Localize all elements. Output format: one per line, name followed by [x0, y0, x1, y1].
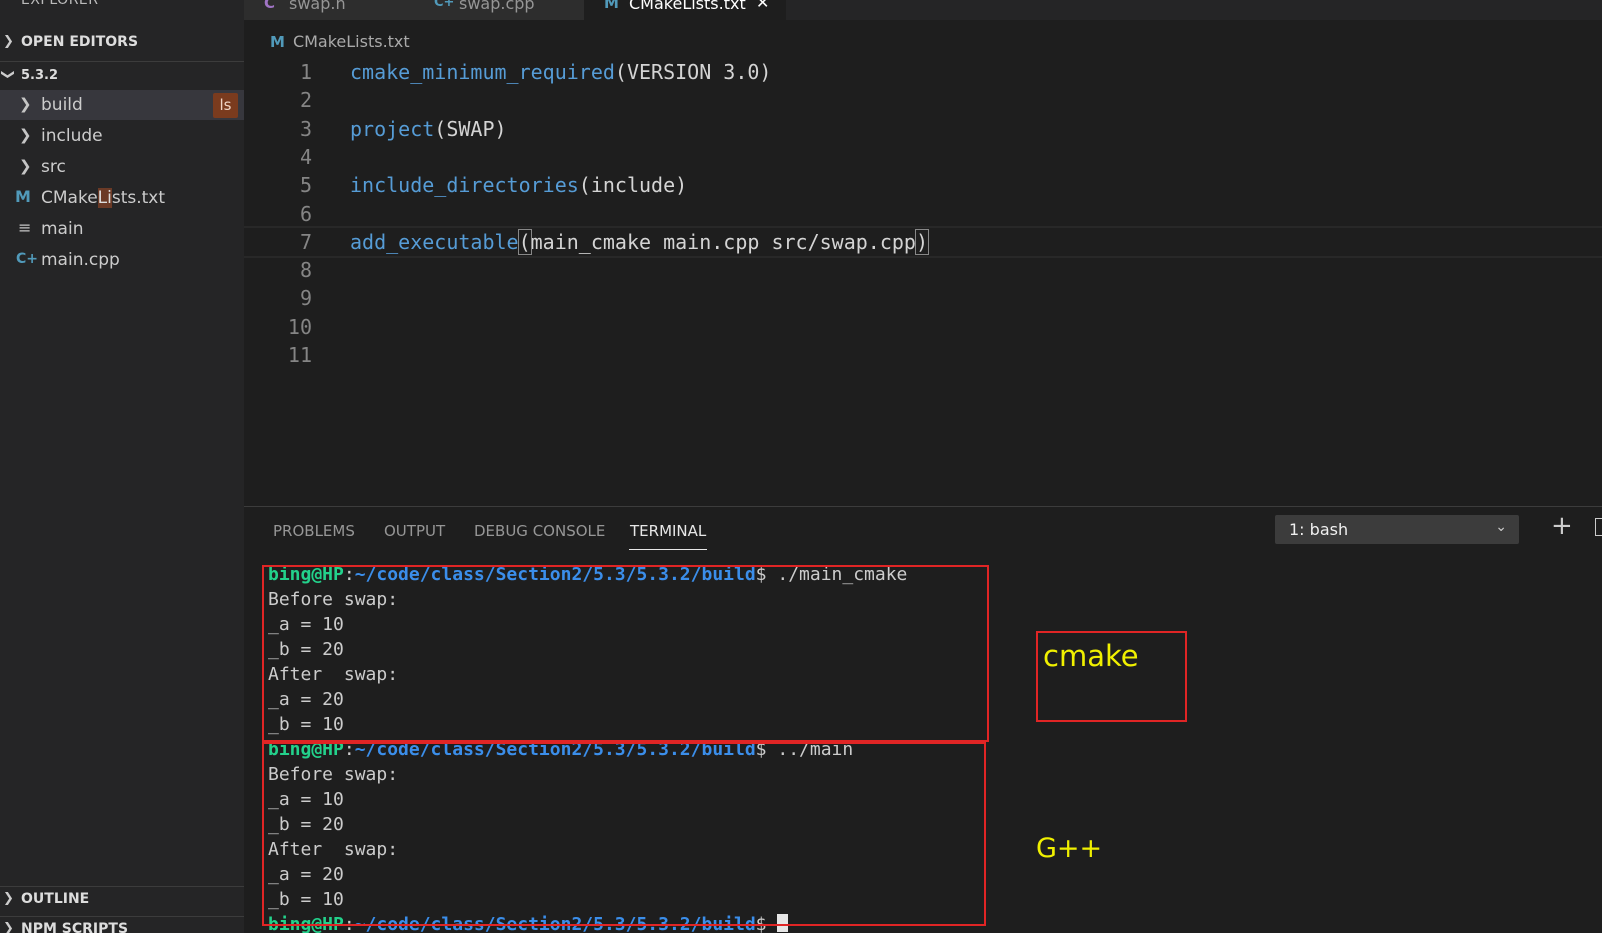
code-line: 10 — [244, 313, 1602, 341]
annotation-gpp: G++ — [1036, 833, 1103, 864]
tab-cmakelists[interactable]: M CMakeLists.txt ✕ — [584, 0, 786, 20]
tab-debug-console[interactable]: DEBUG CONSOLE — [474, 522, 605, 540]
chevron-down-icon: ⌄ — [1495, 519, 1507, 535]
cmake-file-icon: M — [270, 33, 285, 51]
code-line: 6 — [244, 200, 1602, 228]
line-number: 8 — [299, 258, 312, 282]
chevron-right-icon: ❯ — [19, 157, 32, 175]
code-function: cmake_minimum_required — [350, 60, 615, 84]
tab-label: CMakeLists.txt — [629, 0, 746, 13]
code-line: 1 cmake_minimum_required(VERSION 3.0) — [244, 58, 1602, 86]
line-number: 6 — [299, 202, 312, 226]
line-number: 2 — [299, 88, 312, 112]
terminal-select-value: 1: bash — [1289, 520, 1349, 539]
outline-label: OUTLINE — [21, 891, 90, 907]
annotation-box-cmake-output — [262, 565, 989, 742]
npm-scripts-section[interactable]: ❯ NPM SCRIPTS — [0, 916, 244, 933]
close-icon[interactable]: ✕ — [756, 0, 769, 12]
tab-swap-cpp[interactable]: C+ swap.cpp — [414, 0, 584, 20]
tree-item-label: src — [41, 157, 66, 177]
cmake-file-icon: M — [15, 187, 31, 206]
chevron-right-icon: ❯ — [19, 95, 32, 113]
annotation-cmake: cmake — [1043, 639, 1139, 673]
tree-item-cmakelists[interactable]: M CMakeLists.txt — [0, 183, 244, 213]
folder-label: 5.3.2 — [21, 68, 59, 83]
open-editors-section[interactable]: ❯ OPEN EDITORS — [0, 30, 244, 56]
editor-tab-bar: C swap.h C+ swap.cpp M CMakeLists.txt ✕ — [244, 0, 1602, 20]
tree-item-label: CMakeLists.txt — [41, 188, 166, 208]
code-function: include_directories — [350, 173, 579, 197]
explorer-title: EXPLORER — [21, 0, 99, 8]
breadcrumb-label: CMakeLists.txt — [292, 32, 410, 51]
tree-item-main[interactable]: ≡ main — [0, 214, 244, 244]
tab-label: swap.h — [289, 0, 346, 13]
explorer-sidebar: EXPLORER ··· ❯ OPEN EDITORS ❯ 5.3.2 ❯ bu… — [0, 0, 244, 933]
code-function: project — [350, 117, 435, 141]
code-args: (include) — [578, 173, 688, 197]
tree-item-main-cpp[interactable]: C+ main.cpp — [0, 245, 244, 275]
text-file-icon: ≡ — [18, 218, 32, 237]
breadcrumb[interactable]: M CMakeLists.txt — [270, 32, 410, 56]
line-number: 11 — [287, 343, 312, 367]
split-terminal-icon[interactable] — [1595, 518, 1602, 536]
cmake-file-icon: M — [604, 0, 619, 12]
line-number: 10 — [287, 315, 312, 339]
chevron-right-icon: ❯ — [3, 891, 14, 906]
code-editor[interactable]: 1 cmake_minimum_required(VERSION 3.0) 2 … — [244, 58, 1602, 498]
tab-swap-h[interactable]: C swap.h — [244, 0, 414, 20]
code-line: 2 — [244, 86, 1602, 114]
tree-item-label: main.cpp — [41, 250, 120, 270]
annotation-box-gpp-output — [262, 742, 986, 926]
chevron-right-icon: ❯ — [19, 126, 32, 144]
cpp-file-icon: C+ — [16, 251, 39, 267]
outline-section[interactable]: ❯ OUTLINE — [0, 886, 244, 913]
tree-item-build[interactable]: ❯ build ls — [0, 90, 244, 120]
new-terminal-plus-icon[interactable]: + — [1551, 511, 1573, 541]
c-file-icon: C — [264, 0, 276, 12]
tree-item-label: include — [41, 126, 103, 146]
line-number: 3 — [299, 117, 312, 141]
tree-item-label: main — [41, 219, 84, 239]
tree-item-label: build — [41, 95, 83, 115]
line-number: 7 — [299, 230, 312, 254]
code-line: 9 — [244, 284, 1602, 312]
active-tab-indicator — [629, 549, 707, 550]
code-line-current: 7 add_executable(main_cmake main.cpp src… — [244, 226, 1602, 258]
npm-scripts-label: NPM SCRIPTS — [21, 921, 129, 933]
chevron-down-icon: ❯ — [0, 69, 15, 80]
chevron-right-icon: ❯ — [3, 34, 14, 49]
folder-section-5-3-2[interactable]: ❯ 5.3.2 — [0, 61, 244, 88]
tab-terminal[interactable]: TERMINAL — [630, 522, 706, 540]
code-args: (SWAP) — [434, 117, 507, 141]
code-args: main_cmake main.cpp src/swap.cpp — [530, 230, 916, 254]
terminal-select[interactable]: 1: bash ⌄ — [1275, 515, 1519, 544]
line-number: 5 — [299, 173, 312, 197]
matching-bracket: ) — [914, 229, 929, 255]
line-number: 1 — [299, 60, 312, 84]
tree-item-include[interactable]: ❯ include — [0, 121, 244, 151]
more-actions-icon[interactable]: ··· — [196, 0, 215, 7]
ls-badge: ls — [213, 93, 238, 118]
tree-item-src[interactable]: ❯ src — [0, 152, 244, 182]
open-editors-label: OPEN EDITORS — [21, 34, 139, 50]
chevron-right-icon: ❯ — [3, 921, 14, 933]
matching-bracket: ( — [517, 229, 532, 255]
code-line: 8 — [244, 256, 1602, 284]
code-line: 5 include_directories(include) — [244, 171, 1602, 199]
code-args: (VERSION 3.0) — [614, 60, 772, 84]
cpp-file-icon: C+ — [434, 0, 455, 10]
code-function: add_executable — [350, 230, 519, 254]
line-number: 9 — [299, 286, 312, 310]
line-number: 4 — [299, 145, 312, 169]
code-line: 4 — [244, 143, 1602, 171]
tab-label: swap.cpp — [459, 0, 535, 13]
code-line: 11 — [244, 341, 1602, 369]
tab-output[interactable]: OUTPUT — [384, 522, 445, 540]
tab-problems[interactable]: PROBLEMS — [273, 522, 355, 540]
explorer-header: EXPLORER ··· — [0, 0, 244, 16]
code-line: 3 project(SWAP) — [244, 115, 1602, 143]
